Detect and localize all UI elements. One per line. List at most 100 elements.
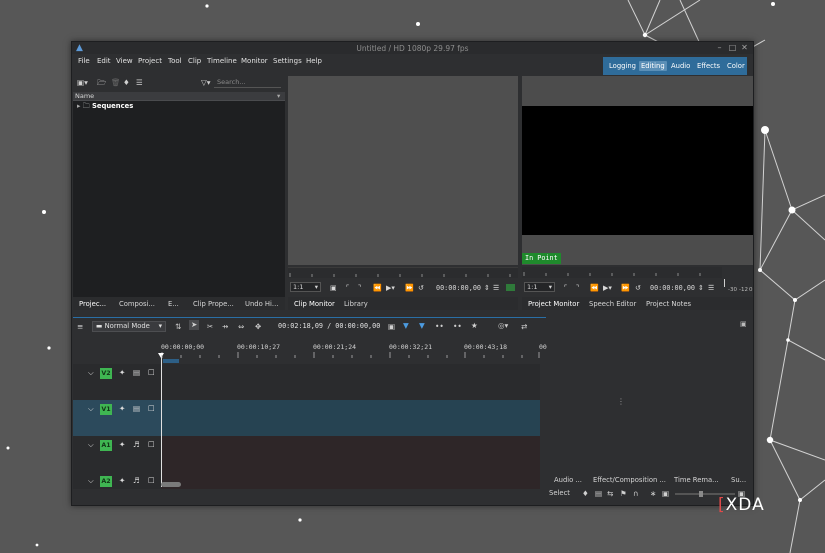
effects-wand-icon[interactable]: ✦ (119, 475, 125, 486)
collapse-icon[interactable]: ⌵ (88, 475, 94, 486)
filter-icon[interactable]: ▽▾ (201, 78, 211, 88)
lock-icon[interactable]: ☐ (148, 475, 155, 486)
multicam-icon[interactable]: ⇅ (175, 322, 181, 332)
panel-float-icon[interactable]: ▣ (740, 320, 747, 328)
tab-audio-mixer[interactable]: Audio ... (554, 476, 582, 484)
tag-icon[interactable]: ♦ (123, 78, 130, 88)
timeline-position[interactable]: 00:02:18,09 (278, 322, 323, 330)
edit-mode-select[interactable]: ▬ Normal Mode ▾ (92, 321, 166, 332)
set-out-icon[interactable]: ⌝ (576, 283, 579, 293)
marker-icon[interactable]: ⚑ (620, 489, 627, 499)
splitter-handle[interactable]: ⋮ (617, 397, 625, 406)
auto-scroll-icon[interactable]: ◎▾ (498, 321, 508, 331)
expand-arrow-icon[interactable]: ▸ (77, 102, 80, 110)
layout-audio[interactable]: Audio (669, 61, 692, 71)
bin-column-header[interactable]: Name ▾ (73, 92, 285, 101)
menu-view[interactable]: View (116, 57, 133, 65)
insert-icon[interactable]: ▼ (403, 321, 409, 331)
zoom-out-icon[interactable]: ▣ (662, 489, 669, 499)
project-monitor-top[interactable] (522, 76, 753, 106)
lock-icon[interactable]: ☐ (148, 367, 155, 378)
film-icon[interactable]: ▤ (133, 367, 140, 378)
collapse-icon[interactable]: ⌵ (88, 439, 94, 450)
play-icon[interactable]: ▶▾ (386, 283, 395, 293)
list-item[interactable]: ▸ 🗀 Sequences (77, 102, 133, 113)
track-v1[interactable]: ⌵ V1 ✦ ▤ ☐ (73, 400, 540, 436)
favorite-icon[interactable]: ★ (471, 321, 478, 331)
project-monitor-menu-icon[interactable]: ☰ (708, 283, 714, 293)
menu-help[interactable]: Help (306, 57, 322, 65)
ripple-tool-icon[interactable]: ⇔ (238, 322, 244, 332)
menu-project[interactable]: Project (138, 57, 162, 65)
effects-wand-icon[interactable]: ✦ (119, 403, 125, 414)
menu-monitor[interactable]: Monitor (241, 57, 268, 65)
effects-wand-icon[interactable]: ✦ (119, 439, 125, 450)
track-tag[interactable]: V2 (100, 368, 112, 379)
maximize-icon[interactable]: □ (728, 43, 737, 53)
forward-icon[interactable]: ⏩ (405, 283, 414, 293)
rewind-icon[interactable]: ⏪ (590, 283, 599, 293)
tab-project-bin[interactable]: Projec... (79, 300, 106, 308)
set-out-icon[interactable]: ⌝ (358, 283, 361, 293)
forward-icon[interactable]: ⏩ (621, 283, 630, 293)
zone-icon[interactable]: ▣ (388, 322, 395, 332)
playhead[interactable] (161, 355, 162, 487)
track-v2[interactable]: ⌵ V2 ✦ ▤ ☐ (73, 364, 540, 400)
zoom-slider-handle[interactable] (699, 491, 703, 497)
track-a2[interactable]: ⌵ A2 ✦ ♬ ☐ (73, 472, 540, 489)
project-timecode[interactable]: 00:00:00,00 (650, 283, 695, 293)
tab-compositions[interactable]: Composi... (119, 300, 155, 308)
play-icon[interactable]: ▶▾ (603, 283, 612, 293)
project-monitor-video[interactable] (522, 106, 753, 235)
menu-edit[interactable]: Edit (97, 57, 111, 65)
menu-timeline[interactable]: Timeline (207, 57, 237, 65)
track-lane[interactable] (161, 400, 540, 436)
tab-effects[interactable]: E... (168, 300, 179, 308)
menu-clip[interactable]: Clip (188, 57, 201, 65)
snap-icon[interactable]: ∩ (633, 489, 639, 499)
clip-timecode[interactable]: 00:00:00,00 (436, 283, 481, 293)
tab-speech-editor[interactable]: Speech Editor (589, 300, 636, 308)
clip-monitor-ruler[interactable] (288, 267, 518, 278)
lift-icon[interactable]: •• (435, 322, 444, 332)
set-in-icon[interactable]: ⌜ (564, 283, 567, 293)
overwrite-icon[interactable]: ▼ (419, 321, 425, 331)
tab-subtitles[interactable]: Su... (731, 476, 746, 484)
timecode-spin-icon[interactable]: ⇕ (698, 283, 704, 293)
collapse-icon[interactable]: ⌵ (88, 403, 94, 414)
zoom-fit-icon[interactable]: ∗ (650, 489, 656, 499)
speaker-icon[interactable]: ♬ (133, 439, 140, 450)
film-icon[interactable]: ▤ (595, 489, 602, 499)
razor-tool-icon[interactable]: ✂ (207, 322, 213, 332)
delete-icon[interactable]: 🗑 (111, 78, 121, 88)
track-lane[interactable] (161, 436, 540, 472)
track-a1[interactable]: ⌵ A1 ✦ ♬ ☐ (73, 436, 540, 472)
bin-menu-icon[interactable]: ☰ (136, 78, 143, 88)
menu-tool[interactable]: Tool (168, 57, 182, 65)
minimize-icon[interactable]: – (715, 43, 724, 53)
track-lane[interactable] (161, 364, 540, 400)
track-lane[interactable] (161, 472, 540, 489)
set-in-icon[interactable]: ⌜ (346, 283, 349, 293)
tag-filter-icon[interactable]: ♦ (582, 489, 589, 499)
close-icon[interactable]: ✕ (740, 43, 749, 53)
track-tag[interactable]: V1 (100, 404, 112, 415)
tab-undo-history[interactable]: Undo Hi... (245, 300, 278, 308)
split-audio-icon[interactable]: ⇆ (607, 489, 613, 499)
tab-time-remap[interactable]: Time Rema... (674, 476, 719, 484)
extract-icon[interactable]: •• (453, 322, 462, 332)
track-tag[interactable]: A1 (100, 440, 112, 451)
add-folder-icon[interactable]: 🗁 (97, 78, 106, 88)
loop-icon[interactable]: ↺ (418, 283, 424, 293)
spacer-tool-icon[interactable]: ⇸ (222, 322, 228, 332)
effects-wand-icon[interactable]: ✦ (119, 367, 125, 378)
layout-effects[interactable]: Effects (695, 61, 722, 71)
layout-logging[interactable]: Logging (607, 61, 638, 71)
select-tool-icon[interactable]: ➤ (189, 320, 200, 330)
track-tag[interactable]: A2 (100, 476, 112, 487)
header-menu-icon[interactable]: ▾ (277, 92, 280, 100)
track-menu-icon[interactable]: ≡ (77, 322, 83, 332)
slip-tool-icon[interactable]: ✥ (255, 322, 261, 332)
lock-icon[interactable]: ☐ (148, 403, 155, 414)
tab-project-notes[interactable]: Project Notes (646, 300, 691, 308)
